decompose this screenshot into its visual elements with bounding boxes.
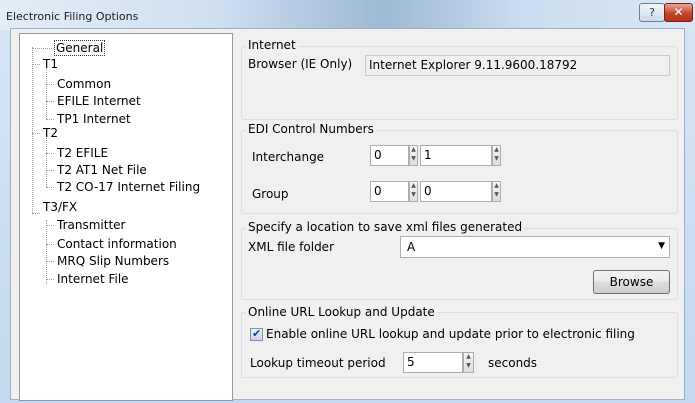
tree-connector [32,48,54,49]
enable-online-lookup-label[interactable]: Enable online URL lookup and update prio… [266,327,635,341]
tree-item-label: T2 CO-17 Internet Filing [57,180,201,194]
interchange-field-2[interactable]: 1 [420,145,492,166]
seconds-label: seconds [488,356,538,370]
tree-item-label: General [54,40,106,56]
tree-item-label: TP1 Internet [57,112,131,126]
xml-folder-dropdown[interactable]: A ▼ [400,236,670,258]
interchange-spinner-1[interactable]: ▲ ▼ [409,145,418,166]
tree-item-label: EFILE Internet [57,94,141,108]
close-button[interactable]: ✕ [664,3,693,22]
group-field-1[interactable]: 0 [370,181,409,202]
group-spinner-1[interactable]: ▲ ▼ [409,181,418,202]
tree-item-label: MRQ Slip Numbers [57,254,170,268]
group-label: Group [252,187,289,201]
checkmark-icon: ✔ [252,327,262,340]
spin-down-icon[interactable]: ▼ [464,362,473,371]
tree-item-t1[interactable]: T1 [41,56,60,72]
tree-item-label: Contact information [57,237,177,251]
xml-folder-label: XML file folder [248,240,334,254]
spin-up-icon[interactable]: ▲ [493,182,500,191]
tree-item-label: Internet File [57,272,129,286]
spin-up-icon[interactable]: ▲ [493,146,500,155]
tree-connector [46,153,54,154]
tree-item-efile-internet[interactable]: EFILE Internet [55,93,143,109]
tree-item-t2-co17-internet-filing[interactable]: T2 CO-17 Internet Filing [55,179,202,195]
enable-online-lookup-checkbox[interactable]: ✔ [250,327,263,341]
tree-item-label: T2 EFILE [57,146,109,160]
group-spinner-2[interactable]: ▲ ▼ [492,181,501,202]
tree-item-label: Common [57,77,112,91]
tree-connector [46,119,54,120]
tree-item-mrq-slip-numbers[interactable]: MRQ Slip Numbers [55,253,171,269]
internet-group-title: Internet [246,38,298,52]
spin-down-icon[interactable]: ▼ [493,191,500,200]
tree-item-t2-efile[interactable]: T2 EFILE [55,145,110,161]
timeout-field[interactable]: 5 [403,352,463,373]
spin-up-icon[interactable]: ▲ [410,182,417,191]
tree-connector [46,220,47,284]
tree-item-common[interactable]: Common [55,76,113,92]
tree-connector [46,101,54,102]
tree-item-general[interactable]: General [54,40,106,56]
tree-connector [46,170,54,171]
spin-up-icon[interactable]: ▲ [410,146,417,155]
browse-button[interactable]: Browse [593,270,670,294]
tree-connector [46,187,54,188]
tree-item-tp1-internet[interactable]: TP1 Internet [55,111,133,127]
tree-connector [32,47,33,213]
tree-connector [32,64,40,65]
spin-down-icon[interactable]: ▼ [493,155,500,164]
tree-connector [46,244,54,245]
tree-connector [32,213,40,214]
group-field-2[interactable]: 0 [420,181,492,202]
tree-item-t2-at1-net-file[interactable]: T2 AT1 Net File [55,162,149,178]
spin-down-icon[interactable]: ▼ [410,155,417,164]
tree-item-contact-information[interactable]: Contact information [55,236,179,252]
tree-item-internet-file[interactable]: Internet File [55,271,131,287]
tree-item-label: Transmitter [57,218,126,232]
interchange-spinner-2[interactable]: ▲ ▼ [492,145,501,166]
title-bar[interactable]: Electronic Filing Options ? ✕ [0,0,695,30]
edi-group-title: EDI Control Numbers [246,122,376,136]
tree-connector [46,261,54,262]
interchange-field-1[interactable]: 0 [370,145,409,166]
chevron-down-icon[interactable]: ▼ [658,241,665,251]
browser-version-field: Internet Explorer 9.11.9600.18792 [365,55,670,76]
spin-up-icon[interactable]: ▲ [464,353,473,362]
tree-item-label: T2 AT1 Net File [57,163,147,177]
tree-item-t3fx[interactable]: T3/FX [41,199,79,215]
timeout-spinner[interactable]: ▲ ▼ [463,352,474,373]
tree-item-transmitter[interactable]: Transmitter [55,217,127,233]
tree-connector [46,225,54,226]
window-title: Electronic Filing Options [6,10,139,23]
tree-connector [46,136,47,187]
tree-item-label: T1 [43,57,58,71]
interchange-label: Interchange [252,150,325,164]
help-button[interactable]: ? [639,3,665,22]
xml-group-title: Specify a location to save xml files gen… [246,220,525,234]
tree-item-label: T3/FX [43,200,78,214]
spin-down-icon[interactable]: ▼ [410,191,417,200]
xml-folder-value: A [407,240,416,254]
online-url-group-title: Online URL Lookup and Update [246,305,437,319]
tree-connector [46,279,54,280]
tree-item-t2[interactable]: T2 [41,125,60,141]
tree-connector [46,84,54,85]
tree-connector [32,133,40,134]
tree-item-label: T2 [43,126,58,140]
options-tree[interactable]: General T1 Common EFILE Internet TP1 Int… [19,33,233,401]
browser-label: Browser (IE Only) [248,57,353,71]
tree-connector [46,68,47,119]
timeout-label: Lookup timeout period [250,356,386,370]
